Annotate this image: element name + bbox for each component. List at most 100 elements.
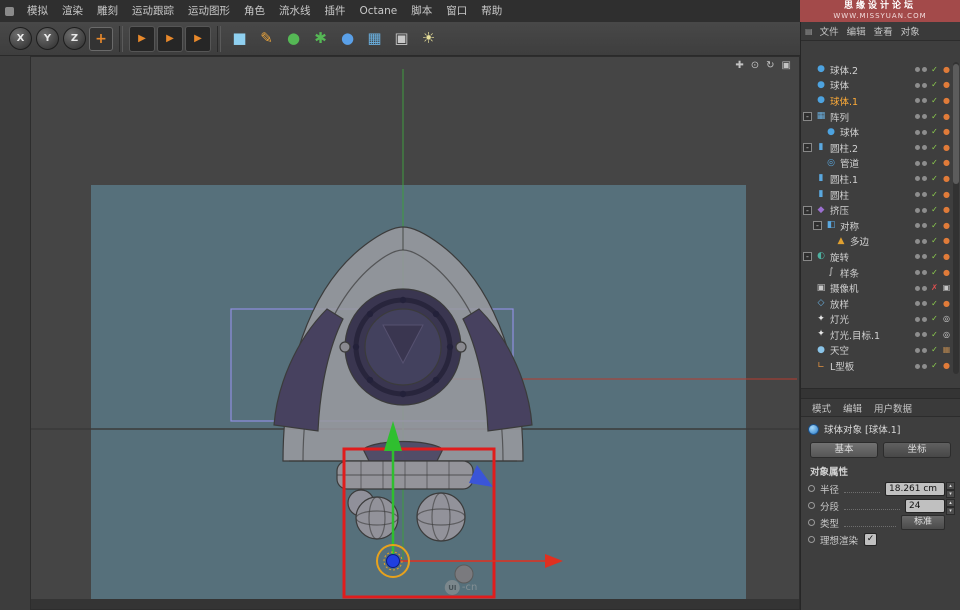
render-visibility-dot[interactable] xyxy=(922,317,927,322)
tree-row-样条[interactable]: ∫样条✓● xyxy=(803,265,951,281)
render-visibility-dot[interactable] xyxy=(922,254,927,259)
prop-input-半径[interactable]: 18.261 cm xyxy=(885,482,945,496)
render-visibility-dot[interactable] xyxy=(922,239,927,244)
expander-icon[interactable]: - xyxy=(803,112,812,121)
object-tag-1[interactable]: ▣ xyxy=(942,284,951,292)
generator-sphere-icon[interactable]: ● xyxy=(281,26,306,51)
object-tag-1[interactable]: ▦ xyxy=(942,346,951,354)
menu-item-插件[interactable]: 插件 xyxy=(318,0,353,22)
menu-item-窗口[interactable]: 窗口 xyxy=(439,0,474,22)
object-tag-0[interactable]: ✓ xyxy=(930,191,939,199)
tree-row-灯光.目标.1[interactable]: ✦灯光.目标.1✓◎ xyxy=(803,327,951,343)
panel-splitter[interactable] xyxy=(801,388,960,399)
editor-visibility-dot[interactable] xyxy=(915,83,920,88)
editor-visibility-dot[interactable] xyxy=(915,130,920,135)
light-bulb-icon[interactable]: ☀ xyxy=(416,26,441,51)
deformer-icon[interactable]: ✱ xyxy=(308,26,333,51)
object-tag-0[interactable]: ✓ xyxy=(930,175,939,183)
object-tag-0[interactable]: ✓ xyxy=(930,237,939,245)
tree-row-对称[interactable]: -◧对称✓● xyxy=(803,218,951,234)
render-visibility-dot[interactable] xyxy=(922,192,927,197)
object-tag-0[interactable]: ✗ xyxy=(930,284,939,292)
cube-primitive-icon[interactable]: ■ xyxy=(227,26,252,51)
menu-item-帮助[interactable]: 帮助 xyxy=(474,0,509,22)
object-tag-1[interactable]: ● xyxy=(942,222,951,230)
tree-row-天空[interactable]: ●天空✓▦ xyxy=(803,343,951,359)
object-tag-0[interactable]: ✓ xyxy=(930,269,939,277)
tree-row-多边[interactable]: ▲多边✓● xyxy=(803,234,951,250)
expander-icon[interactable]: - xyxy=(813,221,822,230)
am-tab-模式[interactable]: 模式 xyxy=(807,401,836,415)
render-visibility-dot[interactable] xyxy=(922,348,927,353)
keyframe-tool-icon[interactable]: ▶ xyxy=(129,26,155,52)
editor-visibility-dot[interactable] xyxy=(915,208,920,213)
stepper-up-icon[interactable]: ▴ xyxy=(946,499,955,507)
editor-visibility-dot[interactable] xyxy=(915,364,920,369)
viewport[interactable]: ✚⊙↻▣ UI -cn xyxy=(30,56,800,610)
object-tag-1[interactable]: ● xyxy=(942,191,951,199)
object-tag-0[interactable]: ✓ xyxy=(930,362,939,370)
editor-visibility-dot[interactable] xyxy=(915,98,920,103)
tree-row-圆柱.2[interactable]: -▮圆柱.2✓● xyxy=(803,140,951,156)
editor-visibility-dot[interactable] xyxy=(915,348,920,353)
tree-row-球体[interactable]: ●球体✓● xyxy=(803,124,951,140)
tree-row-放样[interactable]: ◇放样✓● xyxy=(803,296,951,312)
y-lock-button[interactable]: Y xyxy=(36,27,59,50)
render-visibility-dot[interactable] xyxy=(922,145,927,150)
stepper-down-icon[interactable]: ▾ xyxy=(946,490,955,498)
object-tag-0[interactable]: ✓ xyxy=(930,300,939,308)
render-visibility-dot[interactable] xyxy=(922,130,927,135)
z-lock-button[interactable]: Z xyxy=(63,27,86,50)
object-tag-1[interactable]: ● xyxy=(942,206,951,214)
array-grid-icon[interactable]: ▦ xyxy=(362,26,387,51)
panel-grid-icon[interactable]: ▤ xyxy=(805,27,813,36)
render-visibility-dot[interactable] xyxy=(922,364,927,369)
editor-visibility-dot[interactable] xyxy=(915,223,920,228)
editor-visibility-dot[interactable] xyxy=(915,332,920,337)
editor-visibility-dot[interactable] xyxy=(915,239,920,244)
object-tag-0[interactable]: ✓ xyxy=(930,315,939,323)
tree-row-球体[interactable]: ●球体✓● xyxy=(803,78,951,94)
object-tag-0[interactable]: ✓ xyxy=(930,206,939,214)
object-tag-1[interactable]: ● xyxy=(942,81,951,89)
editor-visibility-dot[interactable] xyxy=(915,286,920,291)
render-visibility-dot[interactable] xyxy=(922,176,927,181)
object-tag-0[interactable]: ✓ xyxy=(930,113,939,121)
stepper-down-icon[interactable]: ▾ xyxy=(946,507,955,515)
menu-item-渲染[interactable]: 渲染 xyxy=(55,0,90,22)
tree-scrollbar-thumb[interactable] xyxy=(953,64,959,184)
object-tag-1[interactable]: ● xyxy=(942,159,951,167)
keyframe-dot-icon[interactable] xyxy=(808,485,815,492)
object-tag-1[interactable]: ● xyxy=(942,144,951,152)
object-tag-0[interactable]: ✓ xyxy=(930,128,939,136)
object-tag-0[interactable]: ✓ xyxy=(930,159,939,167)
x-lock-button[interactable]: X xyxy=(9,27,32,50)
render-visibility-dot[interactable] xyxy=(922,161,927,166)
prop-input-分段[interactable]: 24 xyxy=(905,499,945,513)
object-tag-1[interactable]: ● xyxy=(942,237,951,245)
render-visibility-dot[interactable] xyxy=(922,223,927,228)
om-menu-文件[interactable]: 文件 xyxy=(816,24,843,38)
editor-visibility-dot[interactable] xyxy=(915,270,920,275)
editor-visibility-dot[interactable] xyxy=(915,114,920,119)
maximize-view-icon[interactable]: ▣ xyxy=(782,60,791,72)
object-tag-1[interactable]: ● xyxy=(942,269,951,277)
octane-sphere-icon[interactable]: ● xyxy=(335,26,360,51)
editor-visibility-dot[interactable] xyxy=(915,192,920,197)
am-tab-编辑[interactable]: 编辑 xyxy=(838,401,867,415)
tree-row-圆柱.1[interactable]: ▮圆柱.1✓● xyxy=(803,171,951,187)
render-visibility-dot[interactable] xyxy=(922,98,927,103)
value-stepper[interactable]: ▴▾ xyxy=(946,482,955,496)
editor-visibility-dot[interactable] xyxy=(915,145,920,150)
menu-item-模拟[interactable]: 模拟 xyxy=(20,0,55,22)
zoom-view-icon[interactable]: ⊙ xyxy=(751,60,759,72)
object-tag-1[interactable]: ◎ xyxy=(942,331,951,339)
tree-row-L型板[interactable]: ∟L型板✓● xyxy=(803,358,951,374)
object-tag-0[interactable]: ✓ xyxy=(930,97,939,105)
render-visibility-dot[interactable] xyxy=(922,208,927,213)
coordinate-system-button[interactable]: + xyxy=(89,27,113,51)
om-menu-对象[interactable]: 对象 xyxy=(897,24,924,38)
motion-clip-tool-icon[interactable]: ▶ xyxy=(157,26,183,52)
pen-spline-icon[interactable]: ✎ xyxy=(254,26,279,51)
om-menu-编辑[interactable]: 编辑 xyxy=(843,24,870,38)
